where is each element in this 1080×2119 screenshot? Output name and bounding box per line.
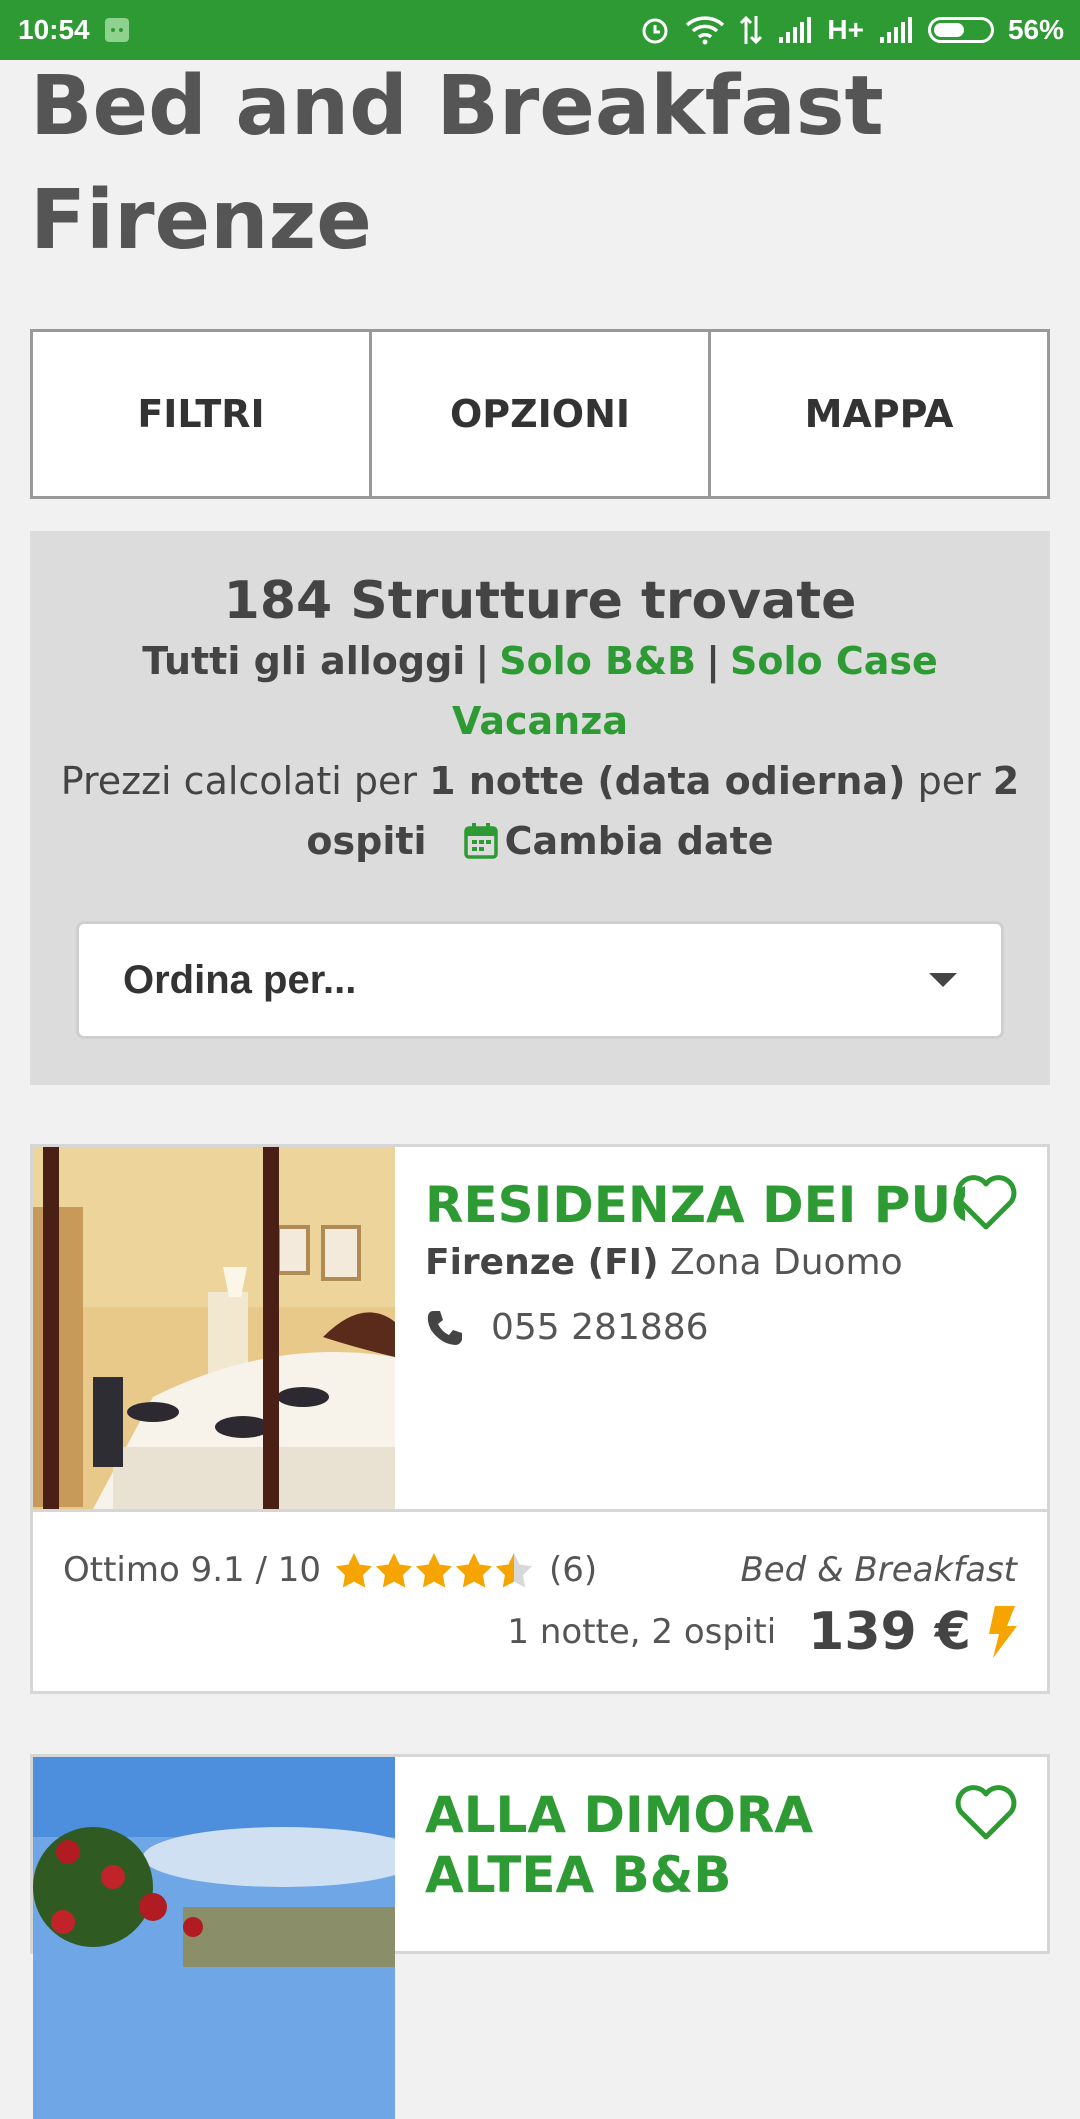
lightning-icon — [989, 1606, 1017, 1658]
price-info-prefix: Prezzi calcolati per — [60, 759, 418, 803]
listing-name[interactable]: ALLA DIMORA ALTEA B&B — [425, 1785, 965, 1905]
filter-separator: | — [475, 639, 490, 683]
battery-icon — [927, 17, 994, 43]
listing-photo[interactable] — [33, 1757, 395, 2119]
property-type: Bed & Breakfast — [740, 1550, 1017, 1590]
star-icon — [376, 1553, 413, 1588]
filter-separator: | — [706, 639, 720, 683]
tab-opzioni[interactable]: OPZIONI — [372, 332, 711, 496]
listing-city: Firenze (FI) — [425, 1242, 659, 1283]
results-count: 184 Strutture trovate — [223, 571, 857, 631]
price-info: Prezzi calcolati per 1 notte (data odier… — [60, 751, 1020, 877]
star-icon — [336, 1553, 373, 1588]
listing-photo[interactable] — [33, 1147, 395, 1509]
data-arrows-icon — [739, 14, 763, 46]
listing-phone[interactable]: 055 281886 — [425, 1307, 1047, 1348]
review-count: (6) — [549, 1550, 598, 1590]
signal-icon — [777, 15, 813, 45]
wifi-icon — [685, 15, 725, 45]
listing-location: Firenze (FI) Zona Duomo — [425, 1235, 1047, 1291]
sort-label: Ordina per... — [123, 957, 357, 1002]
listing-card[interactable]: ALLA DIMORA ALTEA B&B — [30, 1754, 1050, 2119]
chevron-down-icon — [929, 973, 957, 987]
listing-rating: Ottimo 9.1 / 10 (6) — [63, 1550, 597, 1590]
heart-icon[interactable] — [955, 1175, 1017, 1235]
price-info-mid: per — [917, 759, 981, 803]
listing-zone: Zona Duomo — [669, 1242, 903, 1283]
tab-filtri[interactable]: FILTRI — [33, 332, 372, 496]
tab-mappa[interactable]: MAPPA — [711, 332, 1047, 496]
half-star-icon — [496, 1553, 533, 1588]
star-icon — [456, 1553, 493, 1588]
phone-icon — [427, 1310, 462, 1345]
filter-all-link[interactable]: Tutti gli alloggi — [142, 639, 465, 683]
rating-stars — [335, 1552, 535, 1588]
calendar-icon — [463, 817, 499, 877]
listing-card[interactable]: RESIDENZA DEI PUCCI Firenze (FI) Zona Du… — [30, 1144, 1050, 1694]
listing-price: 1 notte, 2 ospiti 139 € — [507, 1602, 1019, 1662]
page-title: Bed and Breakfast Firenze — [30, 59, 884, 268]
battery-percent: 56% — [1007, 14, 1064, 45]
rating-label: Ottimo 9.1 / 10 — [63, 1550, 322, 1590]
signal-icon — [878, 15, 914, 45]
change-dates-link[interactable]: Cambia date — [505, 819, 774, 863]
heart-icon[interactable] — [955, 1785, 1017, 1845]
price-info-nights: 1 notte (data odierna) — [429, 759, 906, 803]
accommodation-filter: Tutti gli alloggi | Solo B&B | Solo Case Vac… — [120, 631, 960, 751]
status-time: 10:54 — [18, 14, 90, 45]
star-icon — [416, 1553, 453, 1588]
listing-name[interactable]: RESIDENZA DEI PUCCI — [425, 1175, 965, 1235]
phone-number: 055 281886 — [491, 1307, 709, 1348]
sort-select[interactable]: Ordina per... — [76, 921, 1004, 1039]
results-summary: 184 Strutture trovate Tutti gli alloggi |… — [30, 531, 1050, 1085]
alarm-icon — [639, 14, 671, 46]
toolbar-tabs: FILTRI OPZIONI MAPPA — [30, 329, 1050, 499]
network-type: H+ — [827, 14, 864, 45]
android-icon — [104, 17, 130, 43]
price-value: 139 € — [808, 1602, 971, 1662]
filter-bb-link[interactable]: Solo B&B — [499, 639, 696, 683]
nights-guests: 1 notte, 2 ospiti — [507, 1612, 777, 1652]
